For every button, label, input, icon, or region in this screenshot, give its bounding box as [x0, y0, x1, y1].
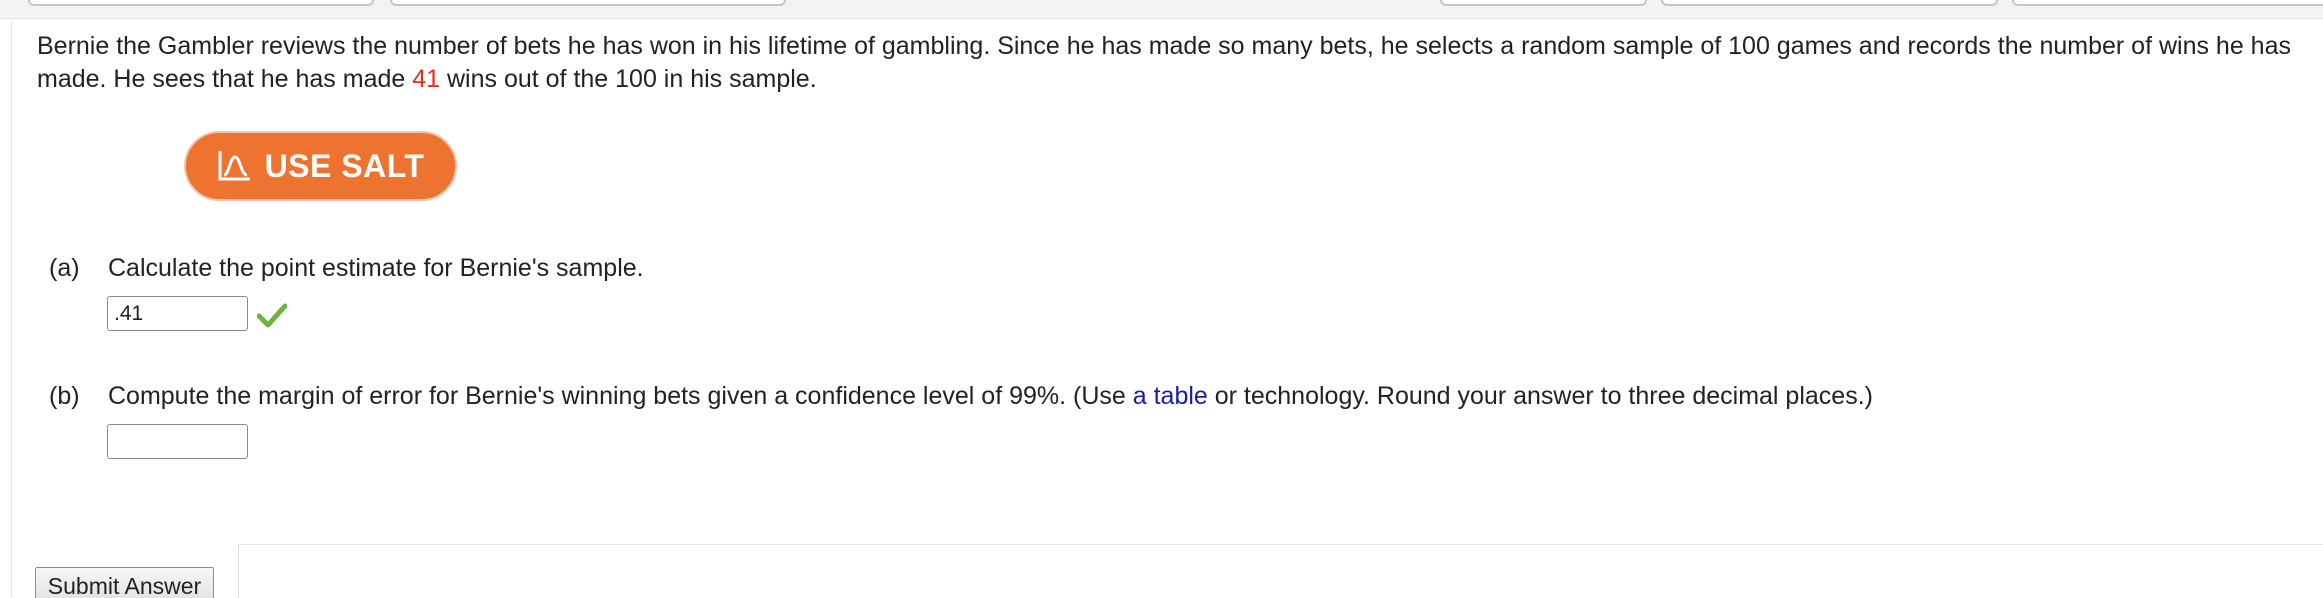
part-a-answer-input[interactable]: [107, 296, 248, 331]
salt-distribution-icon: [218, 151, 250, 181]
top-tab-2[interactable]: [390, 0, 786, 6]
wins-value: 41: [412, 65, 441, 93]
top-tab-4[interactable]: [1661, 0, 1998, 6]
part-b-prompt-after: or technology. Round your answer to thre…: [1207, 382, 1873, 410]
table-link[interactable]: a table: [1133, 382, 1208, 410]
left-divider: [11, 20, 12, 598]
checkmark-icon: [257, 303, 287, 328]
question-text: Bernie the Gambler reviews the number of…: [37, 30, 2317, 96]
use-salt-button[interactable]: USE SALT: [184, 131, 457, 201]
top-tab-1[interactable]: [28, 0, 374, 6]
part-b-label: (b): [49, 382, 80, 410]
webassign-question-page: Bernie the Gambler reviews the number of…: [0, 0, 2323, 598]
part-b-prompt-before: Compute the margin of error for Bernie's…: [108, 382, 1133, 410]
submit-answer-button[interactable]: Submit Answer: [35, 567, 214, 598]
question-text-before: Bernie the Gambler reviews the number of…: [37, 32, 2291, 93]
top-tab-3[interactable]: [1440, 0, 1647, 6]
use-salt-label: USE SALT: [264, 147, 425, 184]
part-b-answer-input[interactable]: [107, 424, 248, 459]
lower-panel: [238, 544, 2323, 598]
part-a-prompt: Calculate the point estimate for Bernie'…: [108, 254, 644, 282]
top-tab-5[interactable]: [2012, 0, 2323, 6]
top-tab-strip: [0, 0, 2323, 19]
part-a-label: (a): [49, 254, 80, 282]
question-text-after: wins out of the 100 in his sample.: [440, 65, 817, 93]
part-b-prompt: Compute the margin of error for Bernie's…: [108, 382, 1873, 411]
